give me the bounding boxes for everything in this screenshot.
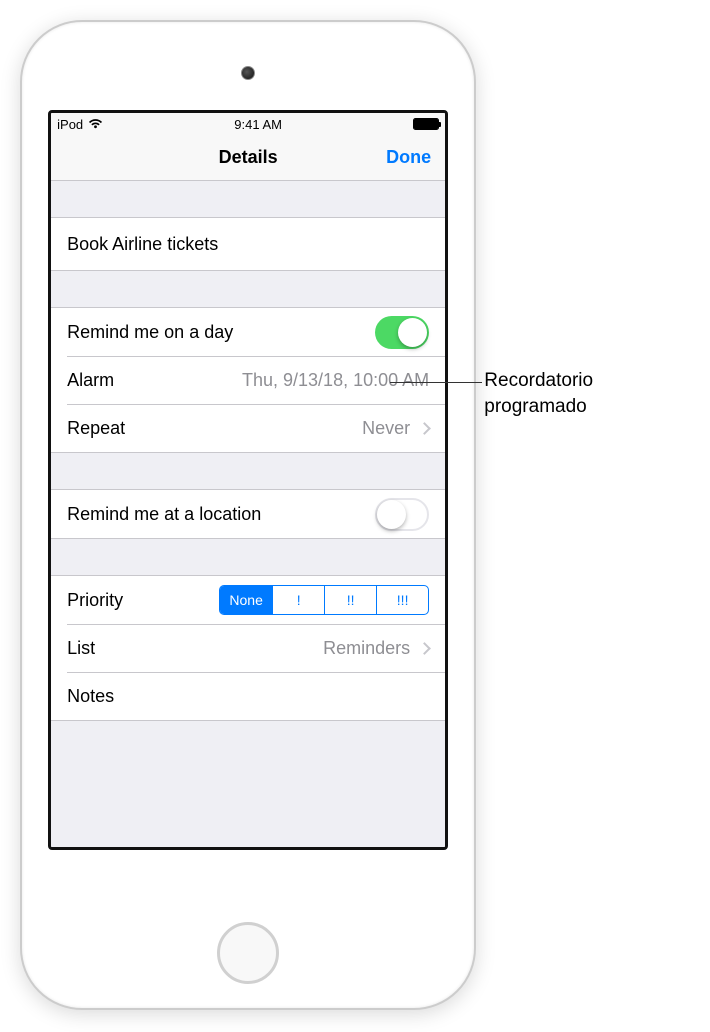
status-time: 9:41 AM bbox=[234, 117, 282, 132]
title-group: Book Airline tickets bbox=[51, 217, 445, 271]
wifi-icon bbox=[88, 118, 103, 130]
meta-group: Priority None ! !! !!! List Reminders No… bbox=[51, 575, 445, 721]
page-title: Details bbox=[219, 147, 278, 168]
priority-seg-low[interactable]: ! bbox=[272, 586, 324, 614]
nav-bar: Details Done bbox=[51, 135, 445, 181]
priority-label: Priority bbox=[67, 590, 219, 611]
repeat-value: Never bbox=[362, 418, 410, 439]
battery-icon bbox=[413, 118, 439, 130]
callout: Recordatorio programado bbox=[484, 368, 690, 419]
remind-on-day-label: Remind me on a day bbox=[67, 322, 375, 343]
remind-at-location-toggle[interactable] bbox=[375, 498, 429, 531]
repeat-label: Repeat bbox=[67, 418, 362, 439]
status-device: iPod bbox=[57, 117, 83, 132]
alarm-value: Thu, 9/13/18, 10:00 AM bbox=[242, 370, 429, 391]
priority-seg-none[interactable]: None bbox=[220, 586, 272, 614]
status-bar: iPod 9:41 AM bbox=[51, 113, 445, 135]
repeat-row[interactable]: Repeat Never bbox=[51, 404, 445, 452]
callout-line bbox=[390, 382, 482, 383]
notes-label: Notes bbox=[67, 686, 429, 707]
remind-at-location-label: Remind me at a location bbox=[67, 504, 375, 525]
notes-row[interactable]: Notes bbox=[51, 672, 445, 720]
reminder-title-row[interactable]: Book Airline tickets bbox=[51, 218, 445, 270]
remind-on-day-toggle[interactable] bbox=[375, 316, 429, 349]
remind-at-location-row: Remind me at a location bbox=[51, 490, 445, 538]
priority-seg-high[interactable]: !!! bbox=[376, 586, 428, 614]
done-button[interactable]: Done bbox=[386, 147, 431, 168]
alarm-row[interactable]: Alarm Thu, 9/13/18, 10:00 AM bbox=[51, 356, 445, 404]
list-value: Reminders bbox=[323, 638, 410, 659]
home-button[interactable] bbox=[217, 922, 279, 984]
priority-seg-med[interactable]: !! bbox=[324, 586, 376, 614]
location-group: Remind me at a location bbox=[51, 489, 445, 539]
alarm-label: Alarm bbox=[67, 370, 242, 391]
camera-dot bbox=[241, 66, 255, 80]
chevron-right-icon bbox=[418, 642, 431, 655]
device-frame: iPod 9:41 AM Details Done Book Airline t… bbox=[20, 20, 476, 1010]
priority-row: Priority None ! !! !!! bbox=[51, 576, 445, 624]
remind-on-day-row: Remind me on a day bbox=[51, 308, 445, 356]
screen: iPod 9:41 AM Details Done Book Airline t… bbox=[48, 110, 448, 850]
chevron-right-icon bbox=[418, 422, 431, 435]
callout-text: Recordatorio programado bbox=[484, 368, 690, 419]
list-label: List bbox=[67, 638, 323, 659]
priority-segmented[interactable]: None ! !! !!! bbox=[219, 585, 429, 615]
reminder-title: Book Airline tickets bbox=[67, 234, 218, 255]
list-row[interactable]: List Reminders bbox=[51, 624, 445, 672]
content-scroll[interactable]: Book Airline tickets Remind me on a day … bbox=[51, 181, 445, 847]
day-group: Remind me on a day Alarm Thu, 9/13/18, 1… bbox=[51, 307, 445, 453]
